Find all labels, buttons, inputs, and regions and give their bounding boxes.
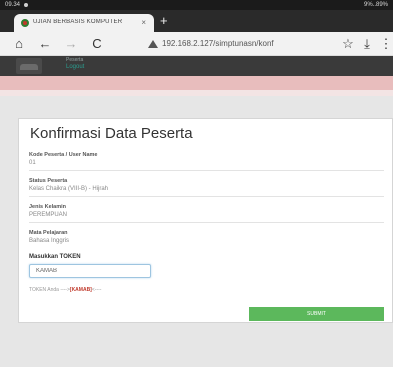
token-hint-suffix: <---- — [91, 287, 102, 293]
browser-tab-strip: UJIAN BERBASIS KOMPUTER × + — [0, 10, 393, 32]
field-value: Bahasa Inggris — [29, 238, 70, 244]
token-hint-prefix: TOKEN Anda ----> — [29, 287, 70, 293]
field-value: 01 — [29, 160, 36, 166]
app-header: Peserta Logout — [0, 56, 393, 76]
field-status: Status Peserta Kelas Chaikra (VIII-B) - … — [29, 178, 384, 197]
forward-icon[interactable]: → — [62, 35, 80, 53]
browser-toolbar: ⌂ ← → C 192.168.2.127/simptunasn/konf ☆ … — [0, 32, 393, 56]
url-text: 192.168.2.127/simptunasn/konf — [162, 39, 274, 48]
field-label: Mata Pelajaran — [29, 230, 68, 236]
download-icon[interactable]: ⤓ — [358, 35, 376, 53]
browser-tab[interactable]: UJIAN BERBASIS KOMPUTER × — [14, 14, 154, 32]
token-hint: TOKEN Anda ---->[KAMAB]<---- — [29, 287, 101, 293]
close-tab-icon[interactable]: × — [141, 18, 146, 27]
back-icon[interactable]: ← — [36, 35, 54, 53]
status-bar: 09.34 9%..89% — [0, 0, 393, 10]
field-subject: Mata Pelajaran Bahasa Inggris — [29, 230, 384, 244]
home-icon[interactable]: ⌂ — [10, 35, 28, 53]
divider — [29, 170, 384, 171]
token-label: Masukkan TOKEN — [29, 254, 81, 260]
header-username: Peserta — [66, 57, 84, 63]
new-tab-button[interactable]: + — [160, 14, 168, 28]
field-gender: Jenis Kelamin PEREMPUAN — [29, 204, 384, 223]
status-indicators: 9%..89% — [363, 2, 388, 8]
address-bar[interactable]: 192.168.2.127/simptunasn/konf — [148, 36, 338, 52]
menu-icon[interactable]: ⋮ — [377, 35, 393, 53]
field-label: Jenis Kelamin — [29, 204, 66, 210]
status-time: 09.34 — [5, 2, 21, 8]
field-participant-code: Kode Peserta / User Name 01 — [29, 152, 384, 171]
token-input[interactable] — [29, 264, 151, 278]
field-label: Status Peserta — [29, 178, 68, 184]
field-label: Kode Peserta / User Name — [29, 152, 98, 158]
header-band — [0, 76, 393, 90]
token-code: [KAMAB] — [69, 287, 92, 293]
warning-icon — [148, 40, 158, 48]
user-avatar — [16, 58, 42, 74]
notification-icon — [24, 3, 28, 7]
divider — [29, 196, 384, 197]
confirmation-card: Konfirmasi Data Peserta Kode Peserta / U… — [18, 118, 393, 323]
page-title: Konfirmasi Data Peserta — [30, 125, 193, 142]
tab-title: UJIAN BERBASIS KOMPUTER — [33, 19, 123, 25]
reload-icon[interactable]: C — [88, 35, 106, 53]
bookmark-star-icon[interactable]: ☆ — [339, 35, 357, 53]
header-strip — [0, 90, 393, 96]
site-favicon-icon — [21, 19, 29, 27]
field-value: Kelas Chaikra (VIII-B) - Hijrah — [29, 186, 109, 192]
divider — [29, 222, 384, 223]
field-value: PEREMPUAN — [29, 212, 68, 218]
submit-button[interactable]: SUBMIT — [249, 307, 384, 321]
logout-link[interactable]: Logout — [66, 64, 84, 70]
